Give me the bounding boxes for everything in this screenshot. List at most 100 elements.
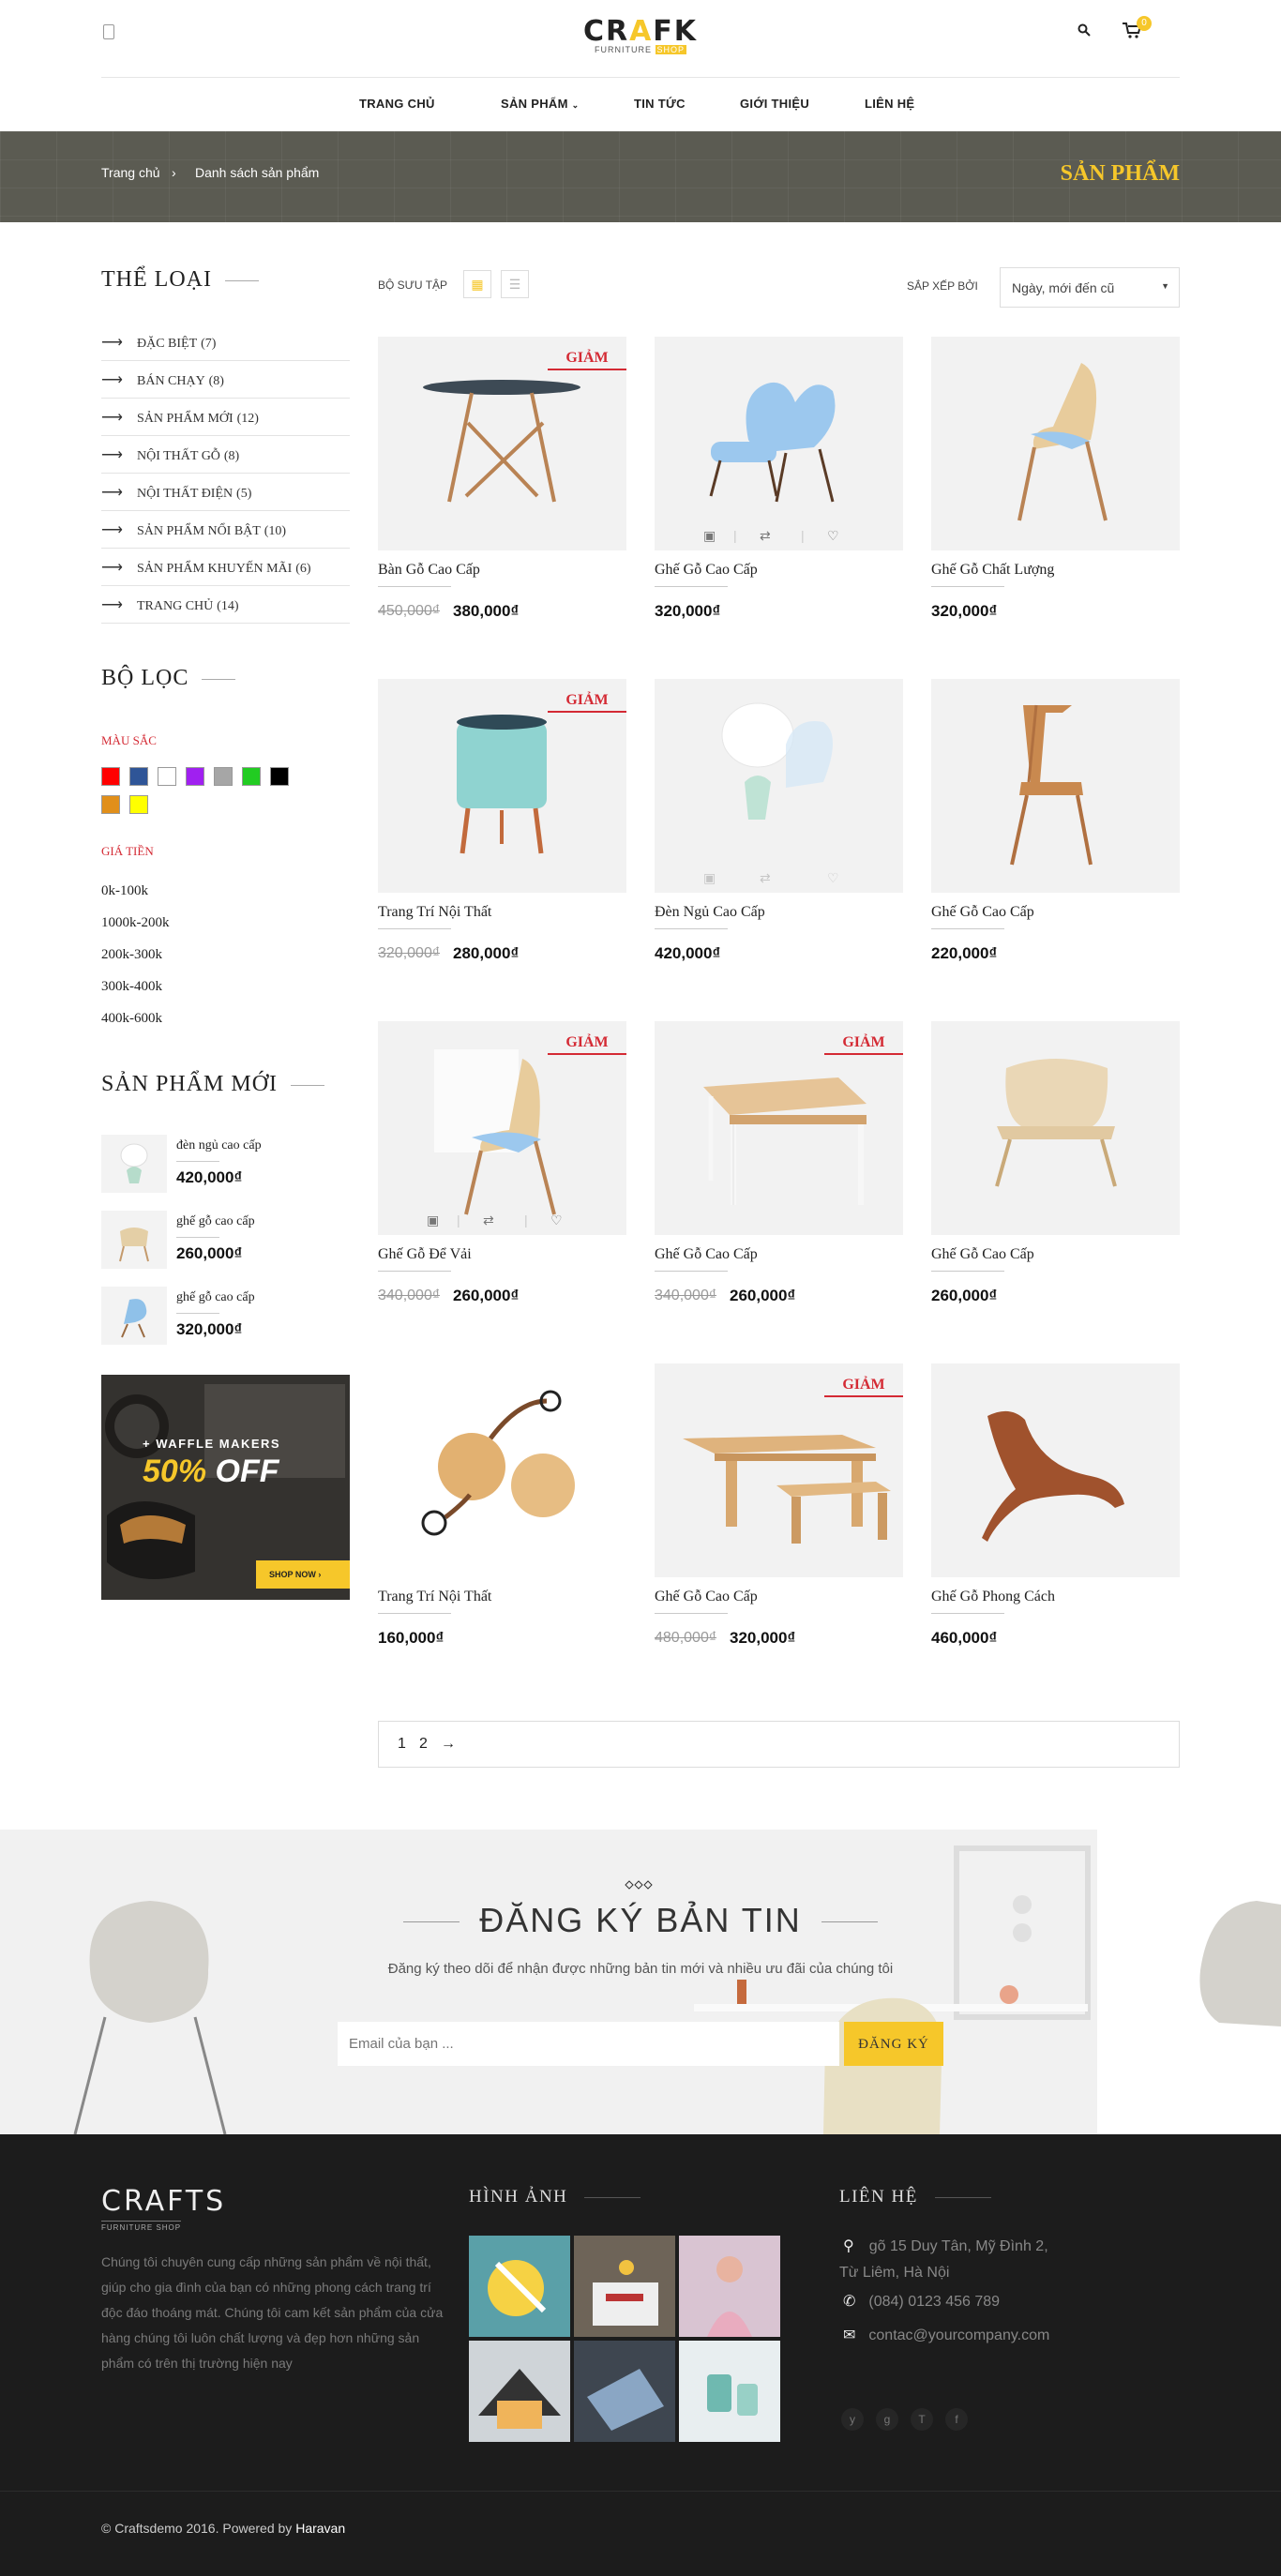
category-item[interactable]: ⟶ SẢN PHẨM KHUYẾN MÃI (6) [101,549,350,586]
price-filter-option[interactable]: 400k-600k [101,1011,162,1027]
google-plus-icon[interactable]: g [876,2408,898,2431]
product-card[interactable]: GIẢM ▣ | ⇄ | ♡ Ghế Gỗ Để Vải 340,000₫ 260,00… [378,1021,626,1331]
product-card[interactable]: Ghế Gỗ Cao Cấp 260,000₫ [931,1021,1180,1331]
category-count: (8) [223,449,240,463]
facebook-icon[interactable]: f [945,2408,968,2431]
breadcrumb-home[interactable]: Trang chủ [101,165,160,180]
site-logo[interactable]: CRAFK FURNITURE SHOP [581,15,700,54]
list-view-icon[interactable]: ☰ [501,270,529,298]
sort-select[interactable]: Ngày, mới đến cũ ▼ [1000,267,1180,308]
nav-home[interactable]: TRANG CHỦ [359,97,435,111]
product-card[interactable]: Ghế Gỗ Chất Lượng 320,000₫ [931,337,1180,646]
new-product-item[interactable]: ghế gỗ cao cấp 260,000₫ [101,1211,350,1271]
heart-icon[interactable]: ♡ [827,528,839,544]
twitter-icon[interactable]: T [911,2408,933,2431]
product-card[interactable]: GIẢM Bàn Gỗ Cao Cấp 450,000₫ 380,000₫ [378,337,626,646]
product-name[interactable]: Ghế Gỗ Để Vải [378,1246,472,1263]
promo-banner[interactable]: + WAFFLE MAKERS 50% OFF SHOP NOW › [101,1375,350,1600]
product-name[interactable]: Bàn Gỗ Cao Cấp [378,562,480,579]
contact-heading-text: LIÊN HỆ [839,2187,918,2207]
youtube-icon[interactable]: y [841,2408,864,2431]
mobile-menu-icon[interactable] [103,24,114,39]
color-swatch[interactable] [129,767,148,786]
color-swatch[interactable] [129,795,148,814]
product-card[interactable]: Trang Trí Nội Thất 160,000₫ [378,1363,626,1673]
product-name[interactable]: Trang Trí Nội Thất [378,1589,491,1605]
nav-about[interactable]: GIỚI THIỆU [740,97,809,111]
gallery-image[interactable] [469,2341,570,2442]
grid-view-icon[interactable]: ▦ [463,270,491,298]
product-card[interactable]: ▣ | ⇄ | ♡ Ghế Gỗ Cao Cấp 320,000₫ [655,337,903,646]
color-swatch[interactable] [101,795,120,814]
search-icon[interactable] [1078,23,1091,37]
product-card[interactable]: Ghế Gỗ Phong Cách 460,000₫ [931,1363,1180,1673]
copyright-text: © Craftsdemo 2016. Powered by [101,2521,293,2536]
price-filter-option[interactable]: 300k-400k [101,979,162,995]
compare-icon[interactable]: ⇄ [483,1213,494,1228]
briefcase-icon[interactable]: ▣ [703,528,716,544]
product-name[interactable]: Ghế Gỗ Cao Cấp [655,562,758,579]
color-swatch[interactable] [186,767,204,786]
category-item[interactable]: ⟶ NỘI THẤT GỖ (8) [101,436,350,474]
product-name[interactable]: Ghế Gỗ Cao Cấp [655,1589,758,1605]
product-card[interactable]: GIẢM Trang Trí Nội Thất 320,000₫ 280,000… [378,679,626,988]
product-card[interactable]: Ghế Gỗ Cao Cấp 220,000₫ [931,679,1180,988]
gallery-image[interactable] [679,2341,780,2442]
gallery-image[interactable] [574,2341,675,2442]
new-product-price: 320,000₫ [176,1320,243,1338]
price-filter-option[interactable]: 0k-100k [101,883,148,899]
shop-now-button[interactable]: SHOP NOW › [256,1560,350,1589]
category-item[interactable]: ⟶ ĐẶC BIỆT (7) [101,324,350,361]
nav-contact[interactable]: LIÊN HỆ [865,97,914,111]
gallery-image[interactable] [574,2236,675,2337]
price-filter-option[interactable]: 1000k-200k [101,915,170,931]
shop-now-label: SHOP NOW [269,1570,316,1579]
product-name[interactable]: Ghế Gỗ Cao Cấp [655,1246,758,1263]
product-actions: ▣ ⇄ ♡ [655,865,903,893]
category-item[interactable]: ⟶ TRANG CHỦ (14) [101,586,350,624]
gallery-image[interactable] [679,2236,780,2337]
powered-by-link[interactable]: Haravan [295,2521,345,2536]
nav-news[interactable]: TIN TỨC [634,97,686,111]
color-swatch[interactable] [270,767,289,786]
price-filter-option[interactable]: 200k-300k [101,947,162,963]
color-swatch[interactable] [158,767,176,786]
subscribe-button[interactable]: ĐĂNG KÝ [844,2022,943,2066]
compare-icon[interactable]: ⇄ [760,870,771,886]
category-label: SẢN PHẨM KHUYẾN MÃI [137,562,293,576]
compare-icon[interactable]: ⇄ [760,528,771,544]
color-swatch[interactable] [101,767,120,786]
footer-logo[interactable]: CRAFTS [101,2185,226,2218]
category-item[interactable]: ⟶ SẢN PHẨM NỔI BẬT (10) [101,511,350,549]
color-swatch[interactable] [242,767,261,786]
category-item[interactable]: ⟶ SẢN PHẨM MỚI (12) [101,399,350,436]
footer-phone[interactable]: ✆ (084) 0123 456 789 [839,2292,1000,2311]
heart-icon[interactable]: ♡ [550,1213,563,1228]
product-image [931,1363,1180,1577]
product-card[interactable]: GIẢM Ghế Gỗ Cao Cấp 480,000₫ 320,000₫ [655,1363,903,1673]
briefcase-icon[interactable]: ▣ [703,870,716,886]
color-swatch[interactable] [214,767,233,786]
heart-icon[interactable]: ♡ [827,870,839,886]
product-name[interactable]: Ghế Gỗ Chất Lượng [931,562,1054,579]
new-product-item[interactable]: đèn ngủ cao cấp 420,000₫ [101,1135,350,1195]
product-name[interactable]: Ghế Gỗ Phong Cách [931,1589,1055,1605]
page-2-link[interactable]: 2 [419,1736,428,1753]
category-item[interactable]: ⟶ NỘI THẤT ĐIỆN (5) [101,474,350,511]
footer-email[interactable]: ✉ contac@yourcompany.com [839,2326,1049,2344]
briefcase-icon[interactable]: ▣ [427,1213,439,1228]
new-product-item[interactable]: ghế gỗ cao cấp 320,000₫ [101,1287,350,1347]
categories-heading-text: THỂ LOẠI [101,267,212,292]
next-page-arrow-icon[interactable]: → [441,1736,456,1753]
product-card[interactable]: GIẢM Ghế Gỗ Cao Cấp 340,000₫ 260,000₫ [655,1021,903,1331]
page-1-link[interactable]: 1 [398,1736,406,1753]
newsletter-email-input[interactable] [338,2022,839,2066]
product-name[interactable]: Ghế Gỗ Cao Cấp [931,904,1034,921]
gallery-image[interactable] [469,2236,570,2337]
product-name[interactable]: Ghế Gỗ Cao Cấp [931,1246,1034,1263]
category-item[interactable]: ⟶ BÁN CHẠY (8) [101,361,350,399]
product-name[interactable]: Trang Trí Nội Thất [378,904,491,921]
product-card[interactable]: ▣ ⇄ ♡ Đèn Ngủ Cao Cấp 420,000₫ [655,679,903,988]
nav-products[interactable]: SẢN PHẨM ⌄ [501,97,580,111]
product-name[interactable]: Đèn Ngủ Cao Cấp [655,904,765,921]
